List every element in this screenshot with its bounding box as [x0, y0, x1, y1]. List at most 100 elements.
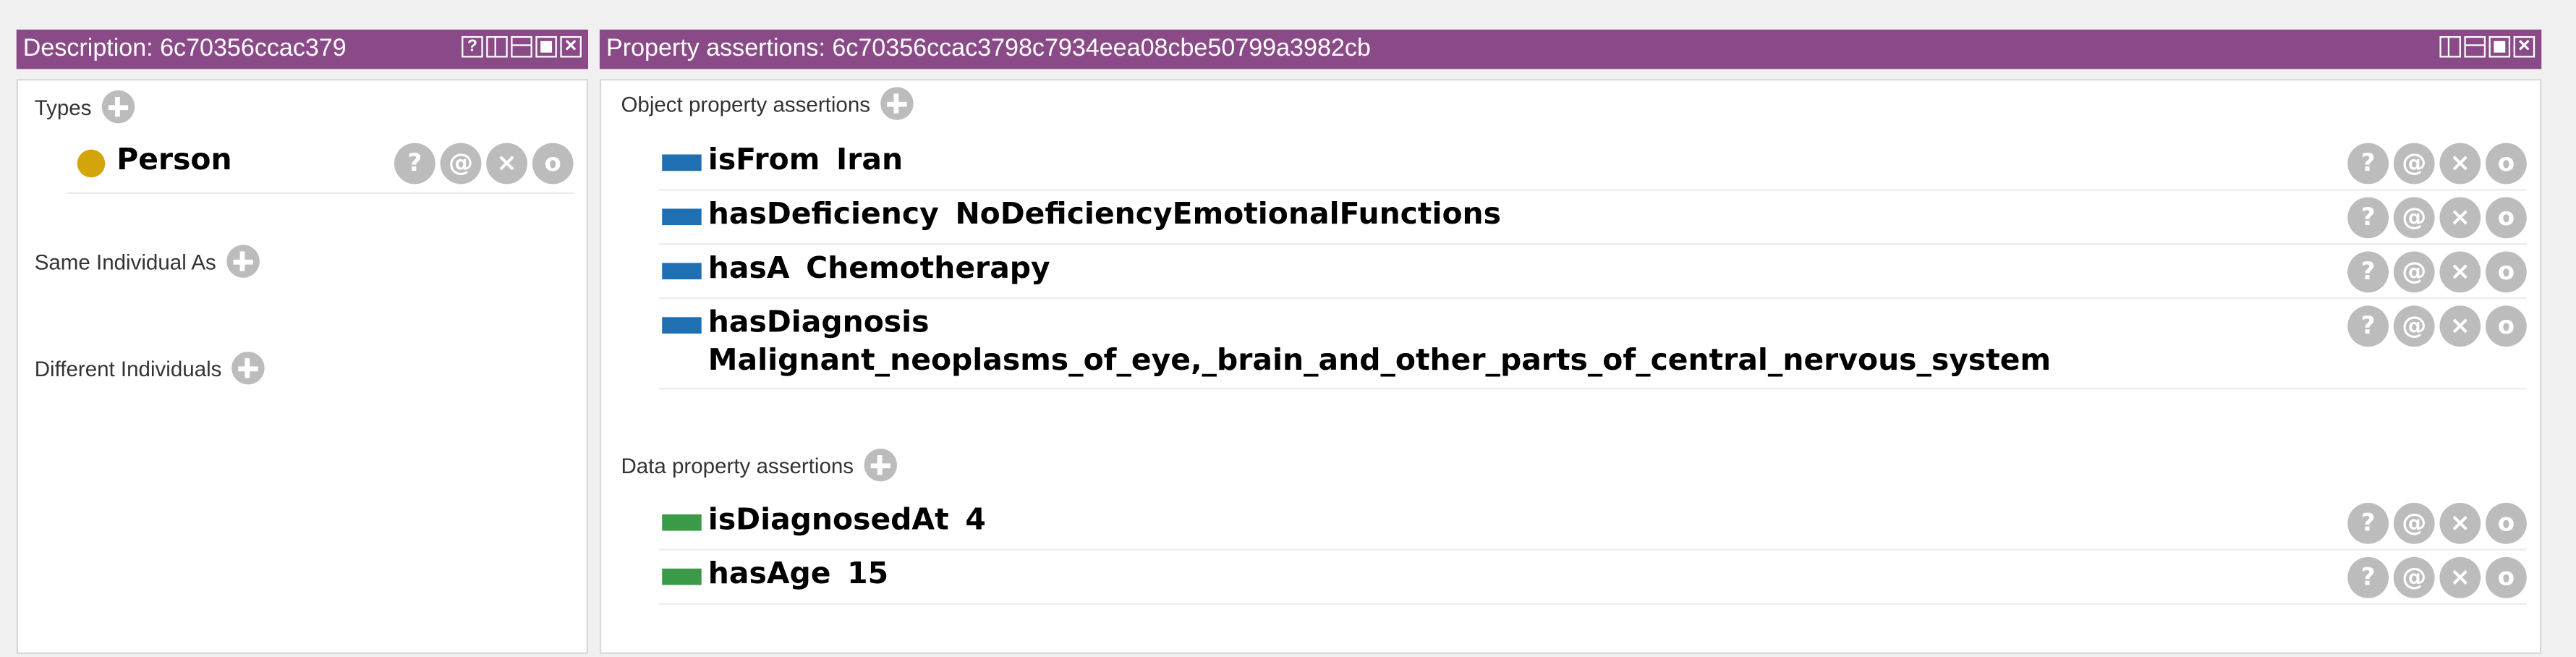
object-property-icon — [662, 263, 702, 280]
assertion-value: Iran — [836, 143, 904, 178]
assertion-property: isDiagnosedAt — [707, 502, 949, 538]
assertion-text: isDiagnosedAt 4 — [708, 503, 986, 539]
edit-icon[interactable]: o — [2486, 197, 2527, 239]
type-name: Person — [116, 143, 232, 178]
class-icon — [77, 149, 106, 178]
assertion-actions: ? @ × o — [2347, 143, 2527, 185]
assertion-actions: ? @ × o — [2347, 197, 2527, 239]
assertion-text: hasA Chemotherapy — [708, 251, 1050, 287]
assertion-value: 15 — [847, 556, 889, 592]
assertion-text: hasDeficiency NoDeficiencyEmotionalFuncti… — [708, 198, 1501, 234]
maximize-icon[interactable] — [535, 35, 557, 58]
edit-icon[interactable]: o — [2486, 143, 2527, 185]
edit-icon[interactable]: o — [2486, 251, 2527, 293]
add-same-individual-button[interactable] — [226, 245, 259, 278]
object-assertions-label: Object property assertions — [621, 91, 871, 116]
same-individual-label: Same Individual As — [34, 249, 216, 274]
split-horizontal-icon[interactable] — [511, 35, 532, 58]
object-property-icon — [662, 317, 702, 334]
split-vertical-icon[interactable] — [2439, 35, 2461, 58]
assertion-value: 4 — [965, 502, 986, 538]
object-assertion-row[interactable]: isFrom Iran ? @ × o — [658, 136, 2527, 191]
type-actions: ? @ × o — [394, 143, 574, 185]
close-icon[interactable]: ✕ — [560, 35, 582, 58]
edit-icon[interactable]: o — [2486, 305, 2527, 347]
add-data-assertion-button[interactable] — [863, 448, 897, 482]
property-assertions-title: Property assertions: 6c70356ccac3798c793… — [605, 34, 1371, 63]
edit-icon[interactable]: o — [532, 143, 574, 185]
help-icon[interactable]: ? — [2347, 502, 2389, 544]
annotate-icon[interactable]: @ — [440, 143, 482, 185]
assertion-text: isFrom Iran — [708, 143, 903, 179]
annotate-icon[interactable]: @ — [2393, 502, 2435, 544]
data-assertion-row[interactable]: hasAge 15 ? @ × o — [658, 551, 2527, 605]
delete-icon[interactable]: × — [2439, 502, 2481, 544]
assertion-property: hasDiagnosis — [707, 305, 930, 341]
annotate-icon[interactable]: @ — [2393, 251, 2435, 293]
help-icon[interactable]: ? — [2347, 251, 2389, 293]
assertion-property: isFrom — [707, 143, 820, 178]
property-window-buttons: ✕ — [2439, 35, 2535, 58]
split-vertical-icon[interactable] — [486, 35, 508, 58]
edit-icon[interactable]: o — [2486, 556, 2527, 598]
app-root: Description: 6c70356ccac379 ? ✕ Types Pe… — [0, 0, 2576, 654]
property-assertions-panel: Property assertions: 6c70356ccac3798c793… — [599, 29, 2542, 654]
delete-icon[interactable]: × — [2439, 305, 2481, 347]
data-assertion-row[interactable]: isDiagnosedAt 4 ? @ × o — [658, 496, 2527, 551]
annotate-icon[interactable]: @ — [2393, 143, 2435, 185]
property-assertions-content: Object property assertions isFrom Iran ? … — [599, 79, 2542, 654]
assertion-actions: ? @ × o — [2347, 251, 2527, 293]
assertion-value: Malignant_neoplasms_of_eye,_brain_and_ot… — [707, 343, 2052, 378]
assertion-property: hasA — [707, 251, 790, 287]
type-row[interactable]: Person ? @ × o — [67, 136, 574, 194]
object-property-icon — [662, 154, 702, 171]
add-different-individual-button[interactable] — [231, 351, 265, 385]
data-assertions-header: Data property assertions — [621, 448, 897, 482]
description-title: Description: 6c70356ccac379 — [22, 34, 347, 63]
delete-icon[interactable]: × — [2439, 197, 2481, 239]
help-icon[interactable]: ? — [394, 143, 435, 185]
assertion-value: Chemotherapy — [806, 251, 1050, 287]
object-assertion-row[interactable]: hasDeficiency NoDeficiencyEmotionalFuncti… — [658, 190, 2527, 245]
assertion-actions: ? @ × o — [2347, 556, 2527, 598]
close-icon[interactable]: ✕ — [2513, 35, 2535, 58]
delete-icon[interactable]: × — [2439, 143, 2481, 185]
maximize-icon[interactable] — [2488, 35, 2511, 58]
description-window-buttons: ? ✕ — [462, 35, 582, 58]
data-property-icon — [662, 568, 702, 585]
assertion-actions: ? @ × o — [2347, 502, 2527, 544]
same-individual-header: Same Individual As — [34, 245, 259, 278]
object-assertion-row[interactable]: hasDiagnosis Malignant_neoplasms_of_eye,… — [658, 299, 2527, 390]
description-titlebar: Description: 6c70356ccac379 ? ✕ — [16, 29, 589, 69]
edit-icon[interactable]: o — [2486, 502, 2527, 544]
delete-icon[interactable]: × — [2439, 251, 2481, 293]
data-property-icon — [662, 514, 702, 531]
different-individuals-label: Different Individuals — [34, 355, 222, 381]
help-icon[interactable]: ? — [2347, 143, 2389, 185]
assertion-actions: ? @ × o — [2347, 305, 2527, 347]
object-assertions-header: Object property assertions — [621, 87, 914, 120]
assertion-property: hasDeficiency — [707, 197, 939, 232]
assertion-text: hasAge 15 — [708, 557, 888, 593]
help-icon[interactable]: ? — [462, 35, 483, 58]
annotate-icon[interactable]: @ — [2393, 556, 2435, 598]
assertion-property: hasAge — [707, 556, 831, 592]
annotate-icon[interactable]: @ — [2393, 305, 2435, 347]
delete-icon[interactable]: × — [2439, 556, 2481, 598]
help-icon[interactable]: ? — [2347, 197, 2389, 239]
annotate-icon[interactable]: @ — [2393, 197, 2435, 239]
description-content: Types Person ? @ × o Same Individual As … — [16, 79, 589, 654]
add-type-button[interactable] — [101, 90, 135, 124]
split-horizontal-icon[interactable] — [2464, 35, 2486, 58]
property-assertions-titlebar: Property assertions: 6c70356ccac3798c793… — [599, 29, 2542, 69]
types-label: Types — [34, 94, 92, 119]
help-icon[interactable]: ? — [2347, 305, 2389, 347]
description-panel: Description: 6c70356ccac379 ? ✕ Types Pe… — [16, 29, 589, 654]
different-individuals-header: Different Individuals — [34, 351, 265, 385]
types-header: Types — [34, 90, 135, 124]
data-assertions-label: Data property assertions — [621, 452, 854, 478]
object-assertion-row[interactable]: hasA Chemotherapy ? @ × o — [658, 245, 2527, 300]
delete-icon[interactable]: × — [486, 143, 527, 185]
help-icon[interactable]: ? — [2347, 556, 2389, 598]
add-object-assertion-button[interactable] — [880, 87, 914, 120]
